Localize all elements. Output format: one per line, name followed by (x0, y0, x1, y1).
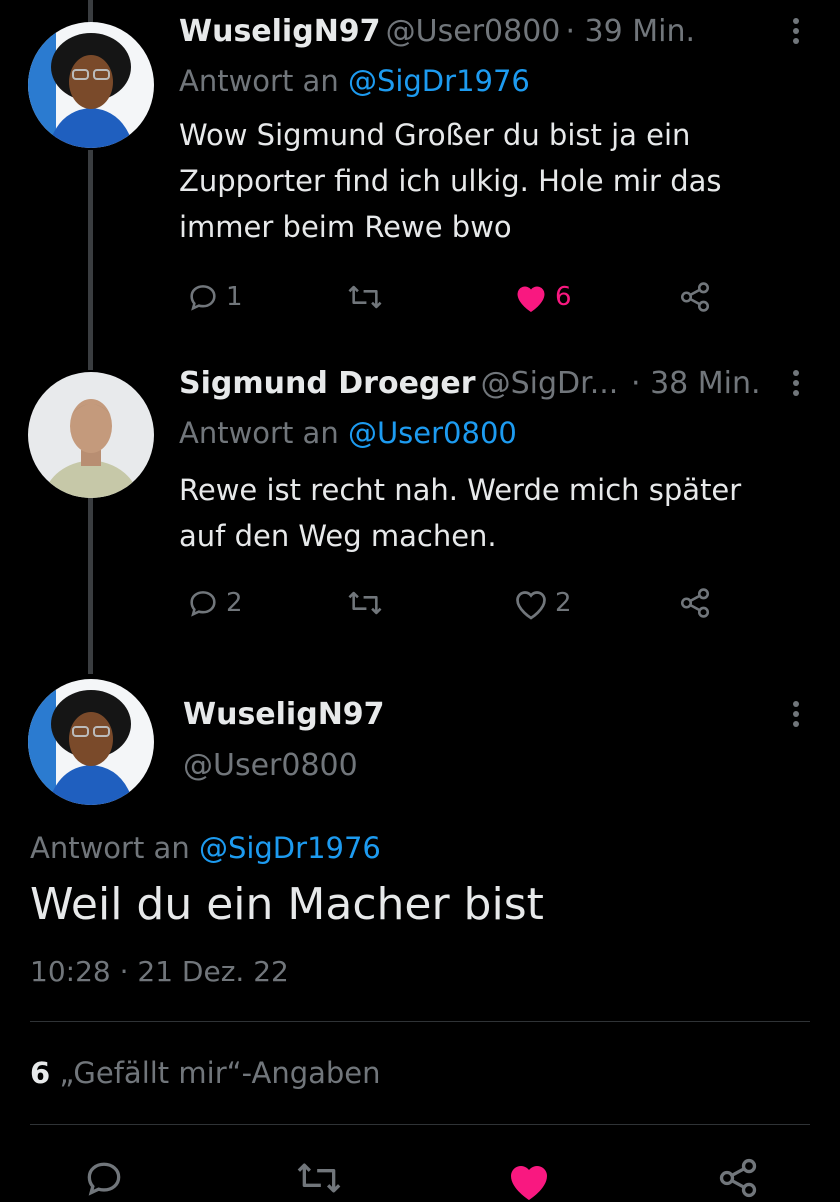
text-line: immer beim Rewe bwo (179, 210, 512, 244)
reply-prefix: Antwort an (30, 831, 190, 865)
tweet-header: Sigmund Droeger @SigDr... (179, 366, 618, 401)
timestamp[interactable]: · 38 Min. (631, 366, 761, 401)
avatar[interactable] (28, 22, 154, 148)
likes-label: „Gefällt mir“-Angaben (59, 1056, 381, 1090)
display-name[interactable]: WuseligN97 (179, 14, 381, 49)
more-icon[interactable] (793, 701, 801, 731)
retweet-icon (348, 285, 382, 309)
handle[interactable]: @SigDr... (481, 366, 619, 401)
like-button[interactable] (505, 1158, 553, 1202)
thread-line (88, 492, 93, 674)
divider (30, 1021, 810, 1022)
reply-count: 1 (226, 282, 243, 312)
tweet-text: Rewe ist recht nah. Werde mich später au… (179, 467, 741, 559)
share-icon (719, 1158, 757, 1198)
likes-summary[interactable]: 6 „Gefällt mir“-Angaben (30, 1056, 381, 1090)
handle[interactable]: @User0800 (183, 748, 358, 783)
more-icon[interactable] (793, 370, 801, 400)
retweet-button[interactable] (345, 586, 385, 620)
retweet-icon (297, 1163, 341, 1193)
reply-button[interactable]: 1 (186, 280, 243, 314)
tweet-text: Wow Sigmund Großer du bist ja ein Zuppor… (179, 112, 722, 250)
reply-button[interactable]: 2 (186, 586, 243, 620)
heart-icon (516, 591, 546, 620)
more-icon[interactable] (793, 18, 801, 48)
reply-icon (190, 285, 216, 311)
timestamp[interactable]: 10:28 · 21 Dez. 22 (30, 955, 289, 988)
reply-count: 2 (226, 588, 243, 618)
divider (30, 1124, 810, 1125)
tweet-header: WuseligN97 @User0800 · 39 Min. (179, 14, 695, 49)
retweet-icon (348, 591, 382, 615)
reply-context: Antwort an @SigDr1976 (179, 64, 530, 98)
mention-link[interactable]: @User0800 (348, 416, 517, 450)
text-line: Rewe ist recht nah. Werde mich später (179, 473, 742, 507)
text-line: Wow Sigmund Großer du bist ja ein (179, 118, 691, 152)
text-line: Zupporter find ich ulkig. Hole mir das (179, 164, 722, 198)
reply-prefix: Antwort an (179, 416, 339, 450)
text-line: auf den Weg machen. (179, 519, 497, 553)
like-count: 6 (555, 282, 572, 312)
likes-count: 6 (30, 1056, 51, 1090)
timestamp[interactable]: · 39 Min. (565, 14, 695, 49)
heart-icon (517, 286, 545, 312)
share-button[interactable] (678, 586, 712, 620)
avatar[interactable] (28, 372, 154, 498)
share-button[interactable] (716, 1156, 760, 1200)
retweet-button[interactable] (292, 1156, 346, 1200)
avatar[interactable] (28, 679, 154, 805)
reply-icon (190, 591, 216, 617)
like-count: 2 (555, 588, 572, 618)
reply-context: Antwort an @SigDr1976 (30, 831, 381, 865)
thread-line (88, 150, 93, 370)
display-name[interactable]: WuseligN97 (183, 697, 385, 732)
reply-context: Antwort an @User0800 (179, 416, 517, 450)
display-name[interactable]: Sigmund Droeger (179, 366, 476, 401)
share-icon (680, 282, 710, 312)
like-button[interactable]: 2 (513, 586, 572, 620)
tweet-text: Weil du ein Macher bist (30, 879, 544, 930)
share-icon (680, 588, 710, 618)
heart-icon (511, 1166, 547, 1200)
like-button[interactable]: 6 (513, 280, 572, 314)
share-button[interactable] (678, 280, 712, 314)
handle[interactable]: @User0800 (386, 14, 561, 49)
mention-link[interactable]: @SigDr1976 (199, 831, 381, 865)
reply-button[interactable] (80, 1156, 128, 1200)
reply-icon (87, 1162, 121, 1196)
retweet-button[interactable] (345, 280, 385, 314)
mention-link[interactable]: @SigDr1976 (348, 64, 530, 98)
reply-prefix: Antwort an (179, 64, 339, 98)
